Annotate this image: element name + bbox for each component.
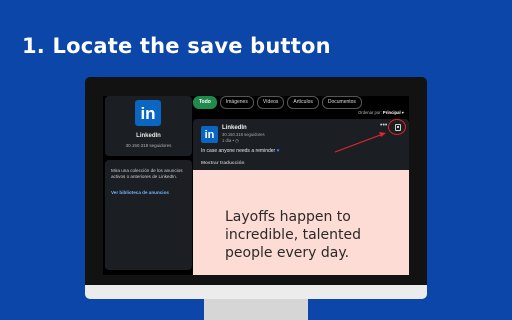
monitor-stand xyxy=(204,299,308,320)
monitor: in LinkedIn 30.150.318 seguidores Mira u… xyxy=(85,77,427,285)
monitor-chin xyxy=(85,285,427,299)
red-arrow-annotation xyxy=(334,132,386,153)
linkedin-screen: in LinkedIn 30.150.318 seguidores Mira u… xyxy=(103,96,409,275)
tutorial-step-heading: 1. Locate the save button xyxy=(22,34,331,58)
